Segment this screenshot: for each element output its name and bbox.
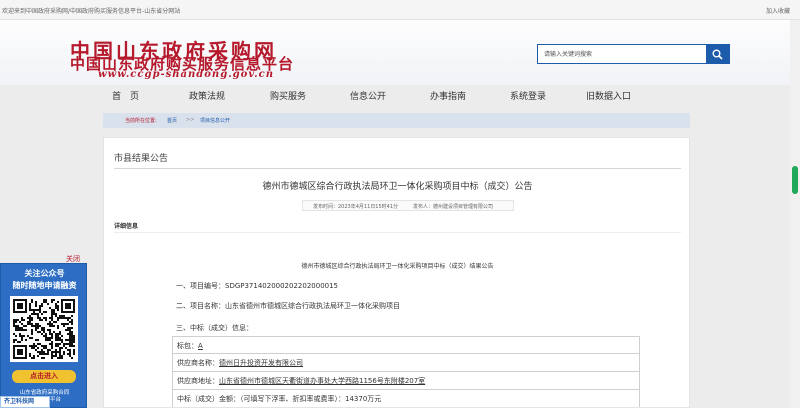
breadcrumb-current-link[interactable]: 项目信息公开 bbox=[200, 117, 230, 124]
nav-home[interactable]: 首 页 bbox=[112, 89, 139, 102]
project-number: 一、项目编号：SDGP371402000202202000015 bbox=[176, 282, 339, 290]
scrollbar-thumb[interactable] bbox=[792, 166, 798, 194]
table-row: 供应商地址：山东省德州市德城区天衢街道办事处大学西路1156号东附楼207室 bbox=[172, 372, 640, 390]
site-header: 中国山东政府采购网 中国山东政府购买服务信息平台 www.ccgp-shando… bbox=[0, 20, 800, 85]
table-row: 供应商名称：德州日升投资开发有限公司 bbox=[172, 354, 640, 372]
award-info-heading: 三、中标（成交）信息： bbox=[176, 324, 253, 332]
nav-login[interactable]: 系统登录 bbox=[510, 89, 546, 102]
award-table: 标包：A 供应商名称：德州日升投资开发有限公司 供应商地址：山东省德州市德城区天… bbox=[172, 336, 640, 407]
search-input[interactable] bbox=[538, 45, 706, 63]
article-panel: 市县结果公告 德州市德城区综合行政执法局环卫一体化采购项目中标（成交）公告 发布… bbox=[103, 137, 690, 408]
row-label: 供应商地址： bbox=[177, 377, 219, 385]
publish-date: 发布时间：2023年4月11日15时41分 bbox=[313, 204, 398, 210]
table-row: 中标（成交）金额：（可填写下浮率、折扣率或费率）：14370万元 bbox=[172, 390, 640, 407]
page-scrollbar[interactable] bbox=[790, 20, 800, 408]
breadcrumb-label: 当前所在位置: bbox=[125, 118, 157, 124]
detail-divider bbox=[114, 232, 681, 233]
row-label: 中标（成交）金额：（可填写下浮率、折扣率或费率）： bbox=[177, 395, 345, 403]
nav-info[interactable]: 信息公开 bbox=[350, 89, 386, 102]
search-icon bbox=[712, 49, 723, 60]
search-box bbox=[537, 44, 730, 64]
main-nav: 首 页 政策法规 购买服务 信息公开 办事指南 系统登录 旧数据入口 bbox=[95, 87, 685, 104]
detail-header: 详细信息 bbox=[114, 223, 139, 230]
top-bar: 欢迎来到中国政府采购网/中国政府购买服务信息平台-山东省分网站 加入收藏 bbox=[0, 0, 800, 20]
search-button[interactable] bbox=[706, 45, 729, 63]
logo-domain[interactable]: www.ccgp-shandong.gov.cn bbox=[98, 69, 274, 80]
floater-line1: 关注公众号 bbox=[24, 269, 65, 278]
article-title: 德州市德城区综合行政执法局环卫一体化采购项目中标（成交）公告 bbox=[262, 182, 533, 192]
publisher: 发布人：德州建设项目管理有限公司 bbox=[413, 204, 494, 210]
floater-line2: 随时随地申请融资 bbox=[12, 281, 77, 290]
row-label: 供应商名称： bbox=[177, 359, 219, 367]
article-meta: 发布时间：2023年4月11日15时41分 发布人：德州建设项目管理有限公司 bbox=[302, 200, 514, 211]
breadcrumb: 当前所在位置: 首页 >> 项目信息公开 bbox=[103, 113, 690, 128]
add-favorite-link[interactable]: 加入收藏 bbox=[766, 6, 790, 15]
section-title: 市县结果公告 bbox=[114, 154, 169, 164]
wechat-floater: 关注公众号 随时随地申请融资 点击进入 山东省政府采购合同 融资服务平台 bbox=[0, 263, 87, 408]
row-value: 德州日升投资开发有限公司 bbox=[219, 359, 303, 367]
nav-old-data[interactable]: 旧数据入口 bbox=[586, 89, 631, 102]
table-row: 标包：A bbox=[172, 336, 640, 354]
row-value: 山东省德州市德城区天衢街道办事处大学西路1156号东附楼207室 bbox=[219, 377, 426, 385]
nav-policy[interactable]: 政策法规 bbox=[189, 89, 225, 102]
row-value: 14370万元 bbox=[345, 395, 382, 403]
nav-guide[interactable]: 办事指南 bbox=[430, 89, 466, 102]
enter-button[interactable]: 点击进入 bbox=[12, 370, 76, 383]
project-name: 二、项目名称：山东省德州市德城区综合行政执法局环卫一体化采购项目 bbox=[176, 302, 400, 310]
row-value: A bbox=[198, 342, 203, 350]
breadcrumb-home-link[interactable]: 首页 bbox=[167, 117, 177, 124]
section-divider bbox=[114, 168, 681, 169]
notice-title: 德州市德城区综合行政执法局环卫一体化采购项目中标（成交）结果公告 bbox=[301, 263, 494, 270]
nav-services[interactable]: 购买服务 bbox=[270, 89, 306, 102]
breadcrumb-separator: >> bbox=[186, 117, 195, 123]
overlay-watermark: 齐卫科技网 bbox=[0, 396, 50, 408]
welcome-text: 欢迎来到中国政府采购网/中国政府购买服务信息平台-山东省分网站 bbox=[2, 8, 181, 15]
qr-code bbox=[10, 296, 78, 362]
row-label: 标包： bbox=[177, 342, 198, 350]
